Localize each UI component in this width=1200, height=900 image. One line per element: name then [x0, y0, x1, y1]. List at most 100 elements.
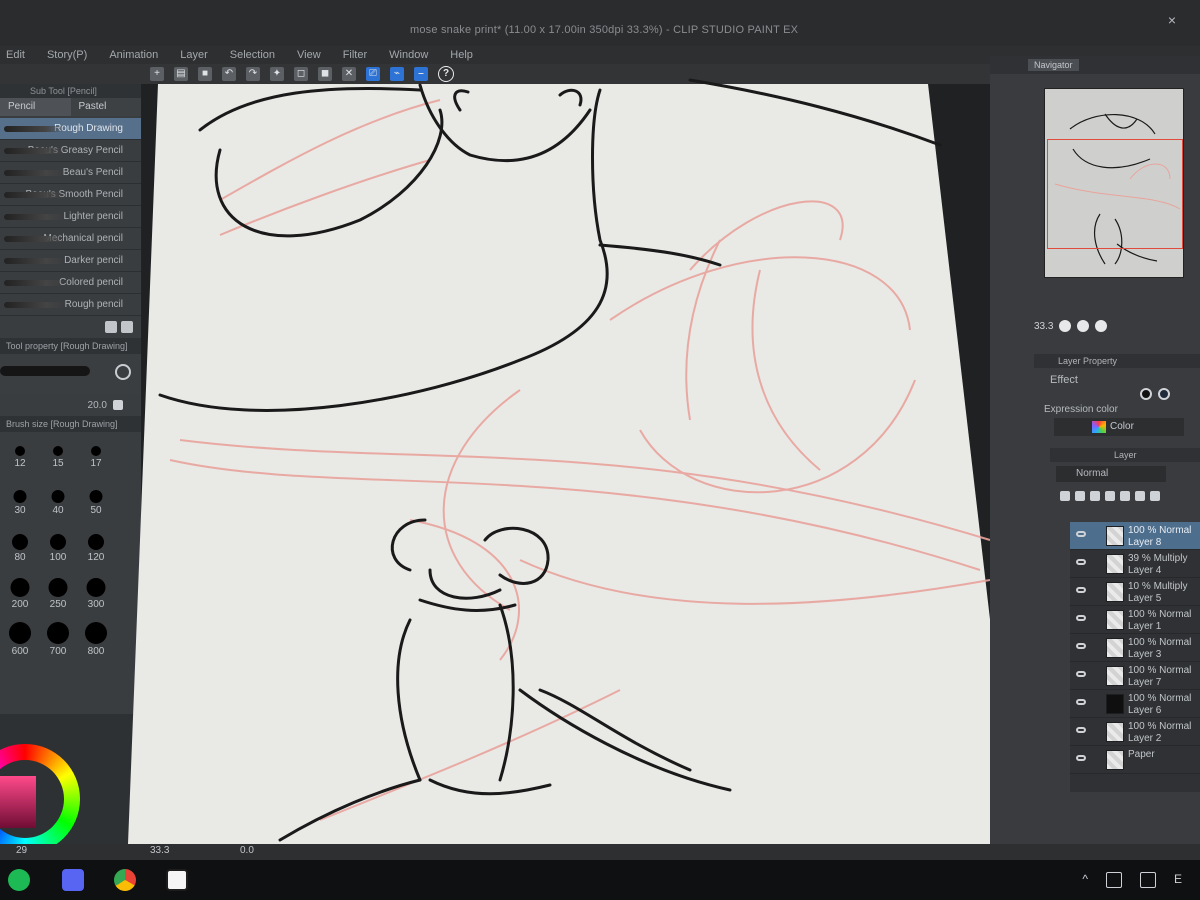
- menu-item[interactable]: Filter: [343, 49, 367, 61]
- trash-icon[interactable]: [121, 321, 133, 333]
- brush-size-cell[interactable]: 300: [78, 570, 114, 610]
- fill-icon[interactable]: ◼: [318, 67, 332, 81]
- brush-size-cell[interactable]: 250: [40, 570, 76, 610]
- menu-item[interactable]: Story(P): [47, 49, 87, 61]
- zoom-in-icon[interactable]: [1059, 320, 1072, 332]
- chrome-icon[interactable]: [114, 869, 136, 891]
- keyboard-icon[interactable]: [1139, 872, 1156, 888]
- wifi-icon[interactable]: [1105, 872, 1122, 888]
- brush-size-cell[interactable]: 100: [40, 526, 76, 563]
- visibility-eye-icon[interactable]: [1076, 727, 1086, 733]
- help-icon[interactable]: ?: [438, 66, 454, 82]
- merge-icon[interactable]: [1120, 491, 1130, 501]
- effect-circle-icon-2[interactable]: [1158, 388, 1170, 400]
- brush-size-cell[interactable]: 15: [40, 438, 76, 469]
- visibility-eye-icon[interactable]: [1076, 671, 1086, 677]
- subtool-item[interactable]: Rough Drawing: [0, 118, 141, 140]
- brush-size-cell[interactable]: 80: [2, 526, 38, 563]
- tab-pencil[interactable]: Pencil: [0, 98, 71, 116]
- tab-pastel[interactable]: Pastel: [71, 98, 142, 116]
- layer-row[interactable]: 100 % Normal Layer 2: [1070, 718, 1200, 746]
- subtool-item[interactable]: Rough pencil: [0, 294, 141, 316]
- magnifier-icon[interactable]: [115, 364, 131, 380]
- canvas-area[interactable]: [142, 84, 992, 844]
- menu-item[interactable]: Help: [450, 49, 473, 61]
- visibility-eye-icon[interactable]: [1076, 531, 1086, 537]
- open-icon[interactable]: ▤: [174, 67, 188, 81]
- menu-item[interactable]: View: [297, 49, 321, 61]
- delete-layer-icon[interactable]: [1150, 491, 1160, 501]
- lock-icon[interactable]: [1090, 491, 1100, 501]
- color-square[interactable]: [0, 776, 36, 828]
- duplicate-icon[interactable]: [105, 321, 117, 333]
- layer-row[interactable]: 100 % Normal Layer 1: [1070, 606, 1200, 634]
- brush-size-cell[interactable]: 800: [78, 614, 114, 657]
- brush-size-cell[interactable]: 200: [2, 570, 38, 610]
- visibility-eye-icon[interactable]: [1076, 755, 1086, 761]
- visibility-eye-icon[interactable]: [1076, 559, 1086, 565]
- tab-layer[interactable]: Layer: [1114, 450, 1137, 460]
- new-icon[interactable]: +: [150, 67, 164, 81]
- brush-size-cell[interactable]: 700: [40, 614, 76, 657]
- menu-item[interactable]: Selection: [230, 49, 275, 61]
- layer-row[interactable]: Paper: [1070, 746, 1200, 774]
- layer-row[interactable]: 100 % Normal Layer 8: [1070, 522, 1200, 550]
- visibility-eye-icon[interactable]: [1076, 699, 1086, 705]
- subtool-item[interactable]: Beau's Pencil: [0, 162, 141, 184]
- blend-mode-select[interactable]: Normal: [1056, 466, 1166, 482]
- visibility-eye-icon[interactable]: [1076, 643, 1086, 649]
- transform-icon[interactable]: ✦: [270, 67, 284, 81]
- effect-circle-icon[interactable]: [1140, 388, 1152, 400]
- discord-icon[interactable]: [62, 869, 84, 891]
- close-icon[interactable]: ×: [1164, 12, 1180, 28]
- brush-size-cell[interactable]: 120: [78, 526, 114, 563]
- menu-item[interactable]: Animation: [109, 49, 158, 61]
- layer-name: Layer 2: [1128, 733, 1162, 744]
- ruler-icon[interactable]: ⎯: [414, 67, 428, 81]
- folder-icon[interactable]: [1075, 491, 1085, 501]
- brush-size-cell[interactable]: 17: [78, 438, 114, 469]
- spotify-icon[interactable]: [8, 869, 30, 891]
- subtool-item[interactable]: Beau's Smooth Pencil: [0, 184, 141, 206]
- fit-icon[interactable]: [1095, 320, 1108, 332]
- subtool-item[interactable]: Mechanical pencil: [0, 228, 141, 250]
- layer-row[interactable]: 10 % Multiply Layer 5: [1070, 578, 1200, 606]
- brush-size-cell[interactable]: 50: [78, 482, 114, 516]
- subtool-item[interactable]: Lighter pencil: [0, 206, 141, 228]
- subtool-item[interactable]: Colored pencil: [0, 272, 141, 294]
- layer-row[interactable]: 100 % Normal Layer 6: [1070, 690, 1200, 718]
- menu-item[interactable]: Window: [389, 49, 428, 61]
- layer-row[interactable]: 39 % Multiply Layer 4: [1070, 550, 1200, 578]
- layer-row[interactable]: 100 % Normal Layer 3: [1070, 634, 1200, 662]
- brush-size-cell[interactable]: 40: [40, 482, 76, 516]
- brush-size-cell[interactable]: 600: [2, 614, 38, 657]
- menu-item[interactable]: Edit: [6, 49, 25, 61]
- tab-navigator[interactable]: Navigator: [1028, 59, 1079, 71]
- chevron-up-icon[interactable]: ^: [1082, 872, 1088, 888]
- mask-icon[interactable]: [1105, 491, 1115, 501]
- zoom-out-icon[interactable]: [1077, 320, 1090, 332]
- brush-size-cell[interactable]: 12: [2, 438, 38, 469]
- notifications-icon[interactable]: E: [1174, 872, 1182, 888]
- brush-size-row[interactable]: 20.0: [0, 394, 141, 416]
- layer-row[interactable]: 100 % Normal Layer 7: [1070, 662, 1200, 690]
- brush-size-cell[interactable]: 30: [2, 482, 38, 516]
- ruler-layer-icon[interactable]: [1135, 491, 1145, 501]
- visibility-eye-icon[interactable]: [1076, 615, 1086, 621]
- redo-icon[interactable]: ↷: [246, 67, 260, 81]
- visibility-eye-icon[interactable]: [1076, 587, 1086, 593]
- undo-icon[interactable]: ↶: [222, 67, 236, 81]
- menu-item[interactable]: Layer: [180, 49, 208, 61]
- navigator-preview[interactable]: [1044, 88, 1184, 278]
- expression-color-select[interactable]: Color: [1054, 418, 1184, 436]
- select-icon[interactable]: ◻: [294, 67, 308, 81]
- clip-studio-icon[interactable]: [166, 869, 188, 891]
- save-icon[interactable]: ■: [198, 67, 212, 81]
- pressure-icon[interactable]: [113, 400, 123, 410]
- layer-icon[interactable]: ⎚: [366, 67, 380, 81]
- snap-icon[interactable]: ⌁: [390, 67, 404, 81]
- new-layer-icon[interactable]: [1060, 491, 1070, 501]
- clear-icon[interactable]: ✕: [342, 67, 356, 81]
- subtool-item[interactable]: Darker pencil: [0, 250, 141, 272]
- subtool-item[interactable]: Beau's Greasy Pencil: [0, 140, 141, 162]
